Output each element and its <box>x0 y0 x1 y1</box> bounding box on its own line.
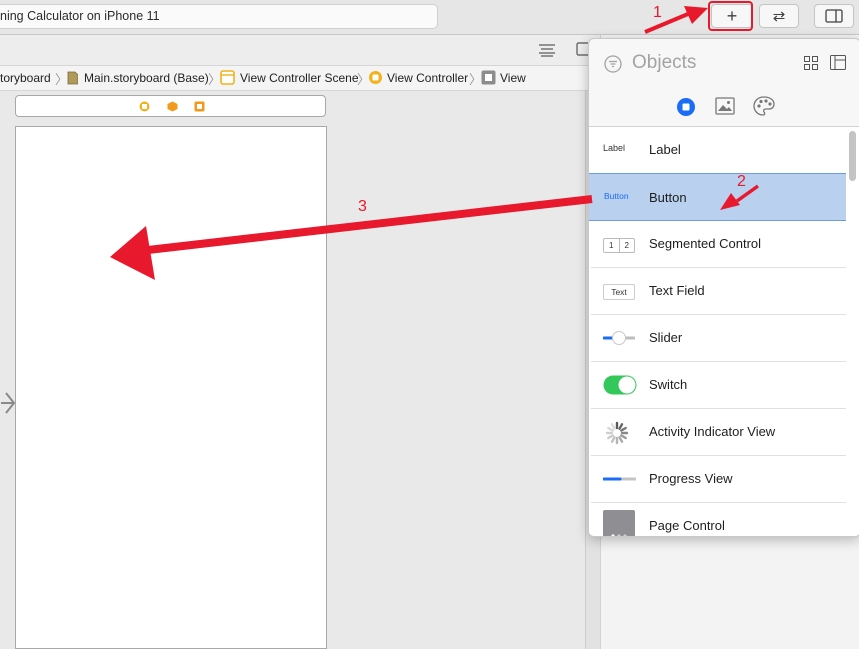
list-item[interactable]: Page Control <box>589 503 846 536</box>
list-item-selected[interactable]: Button Button <box>589 173 846 221</box>
storyboard-file-icon <box>67 71 78 85</box>
library-search-field[interactable]: Objects <box>632 52 696 74</box>
segment-2: 2 <box>624 241 629 250</box>
list-item-label: Slider <box>649 330 683 345</box>
scene-icon <box>220 70 235 85</box>
list-item-label: Activity Indicator View <box>649 424 776 439</box>
list-view-icon[interactable] <box>830 55 846 70</box>
slider-thumbnail <box>603 331 635 345</box>
text-field-thumbnail: Text <box>603 284 635 300</box>
objects-tab-icon[interactable] <box>676 97 696 117</box>
grid-view-icon[interactable] <box>804 56 818 70</box>
view-controller-canvas-view[interactable] <box>15 126 327 649</box>
editor-subtoolbar <box>0 35 600 66</box>
code-review-button[interactable]: ⇄ <box>759 4 799 28</box>
exit-icon[interactable] <box>194 101 205 112</box>
filter-icon[interactable] <box>604 55 622 73</box>
add-editor-icon[interactable] <box>576 42 588 56</box>
list-scrollbar[interactable] <box>849 131 856 181</box>
list-item-label: Button <box>649 190 687 205</box>
button-thumbnail: Button <box>604 191 629 201</box>
list-item-label: Text Field <box>649 283 705 298</box>
status-text: ning Calculator on iPhone 11 <box>0 9 160 23</box>
lines-icon[interactable] <box>538 43 556 57</box>
list-item[interactable]: Activity Indicator View <box>589 409 846 456</box>
breadcrumb-storyboard[interactable]: toryboard <box>0 71 51 85</box>
list-item[interactable]: 1 2 Segmented Control <box>589 221 846 268</box>
activity-status-bar: ning Calculator on iPhone 11 <box>0 4 438 29</box>
switch-thumbnail <box>603 375 637 395</box>
annotation-step-3: 3 <box>358 198 367 215</box>
media-tab-icon[interactable] <box>715 97 735 115</box>
list-item-label: Switch <box>649 377 688 392</box>
annotation-step-1: 1 <box>653 4 662 21</box>
list-item[interactable]: Switch <box>589 362 846 409</box>
segmented-thumbnail: 1 2 <box>603 238 635 253</box>
annotation-step-2: 2 <box>737 173 746 190</box>
segment-1: 1 <box>604 239 620 252</box>
list-item[interactable]: Slider <box>589 315 846 362</box>
list-item[interactable]: Text Text Field <box>589 268 846 315</box>
highlight-box <box>708 1 753 31</box>
list-item-label: Segmented Control <box>649 236 762 251</box>
breadcrumb-main-storyboard[interactable]: Main.storyboard (Base) <box>84 71 209 85</box>
first-responder-icon[interactable] <box>167 101 178 112</box>
list-item-label: Page Control <box>649 518 725 533</box>
page-control-thumbnail <box>603 510 635 536</box>
sidebar-right-icon <box>825 9 843 23</box>
color-palette-tab-icon[interactable] <box>753 96 775 116</box>
scene-dock[interactable] <box>15 95 326 117</box>
list-item[interactable]: Label Label <box>589 127 846 174</box>
view-controller-icon <box>369 71 382 84</box>
list-item-label: Progress View <box>649 471 733 486</box>
breadcrumb-scene[interactable]: View Controller Scene <box>240 71 359 85</box>
swap-arrows-icon: ⇄ <box>772 8 786 25</box>
view-controller-dock-icon[interactable] <box>139 101 150 112</box>
label-thumbnail: Label <box>603 143 626 153</box>
entry-point-arrow-icon <box>1 392 16 414</box>
activity-indicator-thumbnail <box>605 421 629 445</box>
list-item-label: Label <box>649 142 681 157</box>
object-list[interactable]: Label Label Button Button 1 2 Segmented … <box>589 126 859 536</box>
breadcrumb-view-controller[interactable]: View Controller <box>387 71 468 85</box>
breadcrumb-view[interactable]: View <box>500 71 526 85</box>
toggle-inspector-button[interactable] <box>814 4 854 28</box>
view-icon <box>481 70 496 85</box>
object-library-panel: Objects Label Label Button Button 1 2 Se… <box>588 38 859 537</box>
jump-bar: toryboard 〉 Main.storyboard (Base) 〉 Vie… <box>0 66 600 91</box>
list-item[interactable]: Progress View <box>589 456 846 503</box>
progress-view-thumbnail <box>603 477 636 481</box>
